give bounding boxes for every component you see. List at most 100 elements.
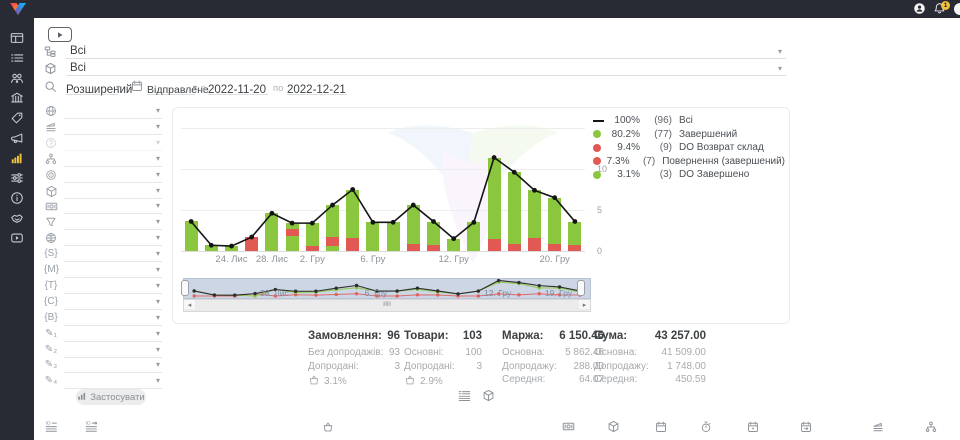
video-icon — [10, 231, 24, 245]
legend-item[interactable]: 7.3%(7)Повернення (завершений) — [593, 155, 785, 169]
legend-item[interactable]: 3.1%(3)DO Завершено — [593, 168, 785, 182]
filter-select[interactable]: ▾ — [64, 231, 162, 246]
legend-item[interactable]: 100%(96)Всі — [593, 114, 785, 128]
line-point — [431, 219, 436, 224]
filter-select[interactable]: ▾ — [64, 279, 162, 294]
mode-select[interactable]: Розширений ▾ — [66, 80, 118, 95]
sidebar-item-tags[interactable] — [0, 108, 34, 128]
tutorial-play-button[interactable] — [48, 27, 72, 42]
chart-plot-area[interactable] — [181, 113, 585, 251]
filter-select[interactable]: ▾ — [64, 343, 162, 358]
total-line — [191, 158, 575, 247]
date-from-label: з — [201, 83, 205, 94]
chevron-down-icon: ▾ — [156, 282, 160, 290]
legend-marker — [593, 157, 604, 165]
filter-select[interactable]: ▾ — [64, 311, 162, 326]
braces-t-icon: {T} — [44, 280, 58, 291]
toolbar-hierarchy-icon[interactable] — [925, 420, 937, 438]
legend-label: Всі — [679, 115, 693, 126]
brush-handle-right[interactable] — [577, 280, 585, 296]
toolbar-calendar-send-icon[interactable] — [800, 420, 812, 438]
filter-select[interactable]: ▾ — [64, 358, 162, 373]
hierarchy-icon — [44, 153, 58, 168]
brand-logo[interactable] — [8, 2, 28, 18]
sidebar-item-statistics[interactable] — [0, 148, 34, 168]
list-view-toggle[interactable] — [458, 389, 471, 407]
horizontal-scrollbar[interactable]: ◂ ▸ ⦀⦀⦀ — [183, 299, 591, 312]
tags-icon — [10, 111, 24, 125]
date-from-input[interactable]: 2022-11-20 — [208, 80, 268, 95]
y-tick-label: 5 — [597, 205, 613, 215]
toolbar-layers-icon[interactable] — [872, 420, 884, 438]
toolbar-calendar-date-icon[interactable] — [747, 420, 759, 438]
brush-handle-left[interactable] — [181, 280, 189, 296]
stat-sub-row: Без допродажів:93 — [308, 347, 400, 361]
line-point — [229, 244, 234, 249]
filter-select[interactable]: ▾ — [64, 152, 162, 167]
line-point — [492, 155, 497, 160]
stat-sub-row: Допродажу:288.00 — [502, 361, 604, 375]
chevron-down-icon: ▾ — [156, 346, 160, 354]
secondary-avatar[interactable] — [954, 3, 960, 15]
user-avatar-icon[interactable] — [913, 2, 926, 18]
toolbar-package-icon[interactable] — [607, 420, 620, 438]
filter-row-pencil-1: ✎₁▾ — [40, 327, 165, 343]
scroll-right-arrow[interactable]: ▸ — [579, 300, 590, 309]
legend-item[interactable]: 80.2%(77)Завершений — [593, 128, 785, 142]
sidebar-item-settings[interactable] — [0, 168, 34, 188]
filter-select[interactable]: ▾ — [64, 295, 162, 310]
filter-row-pencil-3: ✎₃ ▾ — [40, 358, 165, 374]
filter-select[interactable]: ▾ — [64, 247, 162, 262]
line-point — [512, 170, 517, 175]
svg-text:ID: ID — [46, 421, 51, 427]
product-select[interactable]: Всі ▾ — [66, 61, 786, 76]
sidebar-item-video[interactable] — [0, 228, 34, 248]
date-to-input[interactable]: 2022-12-21 — [287, 80, 347, 95]
toolbar-timer-icon[interactable] — [700, 420, 712, 438]
filter-select[interactable]: ▾ — [64, 168, 162, 183]
filter-select[interactable]: ▾ — [64, 327, 162, 342]
apply-button[interactable]: Застосувати — [76, 389, 146, 405]
stat-sub-label: Допродані: — [404, 361, 455, 375]
top-bar: 1 — [0, 0, 960, 18]
legend-item[interactable]: 9.4%(9)DO Возврат склад — [593, 141, 785, 155]
scroll-left-arrow[interactable]: ◂ — [184, 300, 195, 309]
sidebar-item-company[interactable] — [0, 88, 34, 108]
pencil-3-icon: ✎₃ — [44, 359, 58, 370]
product-view-toggle[interactable] — [482, 389, 495, 407]
filter-select[interactable]: ▾ — [64, 184, 162, 199]
x-tick-label: 12. Гру — [438, 254, 468, 265]
filter-select[interactable]: ▾ — [64, 263, 162, 278]
x-tick-label: 2. Гру — [300, 254, 325, 265]
pencil-4-icon: ✎₄ — [44, 375, 58, 386]
filter-select[interactable]: ▾ — [64, 215, 162, 230]
filter-select[interactable]: ▾ — [64, 104, 162, 119]
toolbar-money-icon[interactable] — [562, 420, 575, 438]
legend-dot-swatch — [593, 144, 601, 152]
filter-select[interactable]: ▾ — [64, 199, 162, 214]
sidebar-item-orders[interactable] — [0, 48, 34, 68]
line-point — [371, 220, 376, 225]
scrollbar-grip[interactable]: ⦀⦀⦀ — [380, 302, 394, 308]
sidebar-item-partners[interactable] — [0, 208, 34, 228]
stat-upsell-percent: 2.9% — [420, 376, 443, 387]
toolbar-calendar-icon[interactable] — [655, 420, 667, 438]
sidebar-item-info[interactable] — [0, 188, 34, 208]
stat-title-label: Товари: — [404, 330, 449, 347]
sidebar-item-clients[interactable] — [0, 68, 34, 88]
toolbar-id-list-icon[interactable]: ID — [45, 420, 58, 438]
filter-select[interactable]: ▾ — [64, 136, 162, 151]
sidebar-item-marketing[interactable] — [0, 128, 34, 148]
sidebar-item-dashboard[interactable] — [0, 28, 34, 48]
line-point — [310, 221, 315, 226]
filter-select[interactable]: ▾ — [64, 120, 162, 135]
source-select[interactable]: Всі ▾ — [66, 44, 786, 59]
line-point — [249, 235, 254, 240]
apply-chart-icon — [77, 391, 87, 404]
toolbar-id-list-alt-icon[interactable]: ID — [85, 420, 98, 438]
brush-date-label: 28. Лис — [260, 288, 289, 298]
date-type-select[interactable]: Відправлене ▾ — [147, 80, 195, 95]
toolbar-basket-icon[interactable] — [322, 420, 334, 438]
filter-select[interactable]: ▾ — [64, 374, 162, 389]
apply-button-label: Застосувати — [90, 392, 144, 403]
